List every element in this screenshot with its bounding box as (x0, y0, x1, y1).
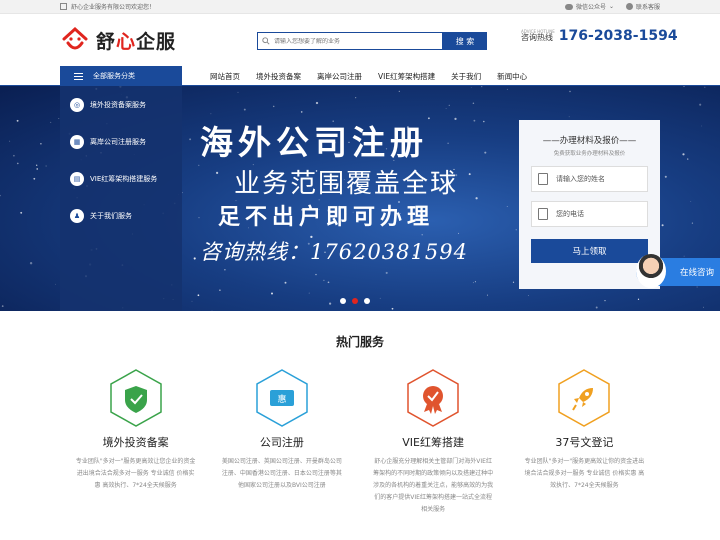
phone-icon (538, 208, 548, 220)
side-item-overseas-investment[interactable]: ◎ 境外投资备案服务 (60, 86, 182, 123)
logo-text: 舒心企服 (96, 30, 177, 53)
side-item-label: VIE红筹架构搭建服务 (90, 174, 158, 183)
services-title: 热门服务 (335, 335, 384, 349)
service-desc: 专业团队"多对一"服务更高效让您企业的资金进出境合法合规多对一服务 专业诚信 价… (75, 458, 196, 489)
service-name: 境外投资备案 (102, 436, 169, 449)
shield-icon (109, 368, 163, 428)
nav-links: 网站首页 境外投资备案 离岸公司注册 VIE红筹架构搭建 关于我们 新闻中心 (210, 66, 527, 86)
building-icon: ▦ (70, 134, 84, 149)
name-field[interactable]: 请输入您的姓名 (531, 166, 648, 192)
agent-avatar (636, 254, 666, 288)
service-desc: 专业团队"多对一"服务更高效让你的资金进出境合法合规多对一服务 专业诚信 价格实… (524, 458, 645, 489)
hotline: ADVICE HOTLINE 咨询热线 176-2038-1594 (521, 28, 678, 44)
welcome-text: 舒心企业服务有限公司欢迎您！ (71, 4, 156, 11)
services-row: 境外投资备案 专业团队"多对一"服务更高效让您企业的资金进出境合法合规多对一服务… (60, 368, 660, 516)
side-item-label: 境外投资备案服务 (90, 100, 146, 109)
rocket-icon (557, 368, 611, 428)
phone-placeholder: 您的电话 (556, 210, 584, 218)
search-box (257, 32, 443, 50)
home-icon (60, 3, 67, 10)
submit-button[interactable]: 马上领取 (531, 239, 648, 263)
support-label: 联系客服 (635, 4, 660, 11)
side-item-about[interactable]: ♟ 关于我们服务 (60, 197, 182, 234)
service-card-company-registration[interactable]: 惠 公司注册 美国公司注册、英国公司注册、开曼群岛公司注册、中国香港公司注册、日… (206, 368, 357, 516)
search-bar: 搜 索 (257, 32, 487, 50)
menu-icon (74, 72, 83, 80)
side-item-vie[interactable]: ▤ VIE红筹架构搭建服务 (60, 160, 182, 197)
banner-tagline: 足不出户即可办理 (218, 204, 435, 230)
logo-house-icon (60, 25, 90, 55)
main-nav: 全部服务分类 网站首页 境外投资备案 离岸公司注册 VIE红筹架构搭建 关于我们… (0, 66, 720, 86)
search-icon (262, 37, 270, 45)
nav-link-home[interactable]: 网站首页 (210, 71, 240, 82)
all-categories-label: 全部服务分类 (93, 72, 135, 80)
chevron-down-icon: ⌄ (608, 3, 614, 10)
service-card-overseas-investment[interactable]: 境外投资备案 专业团队"多对一"服务更高效让您企业的资金进出境合法合规多对一服务… (60, 368, 211, 516)
wechat-icon (564, 3, 573, 10)
wechat-link[interactable]: 微信公众号 ⌄ (564, 2, 614, 11)
wechat-label: 微信公众号 (575, 4, 606, 11)
all-categories-button[interactable]: 全部服务分类 (60, 66, 182, 86)
support-link[interactable]: 联系客服 (625, 2, 660, 11)
welcome-area: 舒心企业服务有限公司欢迎您！ (60, 2, 155, 11)
service-desc: 舒心企服充分理解相关主管部门对海外VIE红筹架构的不同时期的政策倾向以及搭建过种… (373, 458, 494, 513)
form-title: ——办理材料及报价—— (542, 136, 637, 146)
ticket-icon: 惠 (255, 368, 309, 428)
nav-link-offshore-company[interactable]: 离岸公司注册 (317, 71, 362, 82)
top-bar: 舒心企业服务有限公司欢迎您！ 微信公众号 ⌄ 联系客服 (0, 0, 720, 14)
service-name: 37号文登记 (555, 436, 614, 449)
online-chat-label: 在线咨询 (679, 268, 714, 278)
site-logo[interactable]: 舒心企服 (60, 25, 250, 55)
headset-icon (625, 3, 633, 10)
edit-icon (538, 173, 548, 185)
header: 舒心企服 搜 索 ADVICE HOTLINE 咨询热线 176-2038-15… (0, 14, 720, 66)
nav-link-about[interactable]: 关于我们 (451, 71, 481, 82)
banner-hotline: 咨询热线：17620381594 (200, 240, 468, 264)
hotline-label: 咨询热线 (521, 33, 553, 42)
side-item-offshore-company[interactable]: ▦ 离岸公司注册服务 (60, 123, 182, 160)
banner-subline: 业务范围覆盖全球 (234, 169, 459, 199)
hotline-number: 176-2038-1594 (558, 28, 678, 44)
side-item-label: 关于我们服务 (90, 211, 132, 220)
carousel-dot[interactable] (340, 298, 346, 304)
service-name: 公司注册 (259, 436, 304, 449)
person-icon: ♟ (70, 208, 84, 223)
service-desc: 美国公司注册、英国公司注册、开曼群岛公司注册、中国香港公司注册、日本公司注册等其… (221, 458, 342, 489)
medal-icon (406, 368, 460, 428)
nav-link-overseas-investment[interactable]: 境外投资备案 (256, 71, 301, 82)
service-card-vie[interactable]: VIE红筹搭建 舒心企服充分理解相关主管部门对海外VIE红筹架构的不同时期的政策… (358, 368, 509, 516)
service-name: VIE红筹搭建 (402, 436, 464, 449)
carousel-dot-active[interactable] (352, 298, 358, 304)
side-item-label: 离岸公司注册服务 (90, 137, 146, 146)
svg-text:惠: 惠 (277, 393, 286, 405)
carousel-dots (340, 298, 370, 304)
carousel-dot[interactable] (364, 298, 370, 304)
nav-link-news[interactable]: 新闻中心 (497, 71, 527, 82)
compass-icon: ◎ (70, 97, 84, 112)
search-button[interactable]: 搜 索 (443, 32, 487, 50)
architecture-icon: ▤ (70, 171, 84, 186)
nav-link-vie[interactable]: VIE红筹架构搭建 (378, 71, 435, 82)
hero-banner: ◎ 境外投资备案服务 ▦ 离岸公司注册服务 ▤ VIE红筹架构搭建服务 ♟ 关于… (0, 86, 720, 311)
side-menu: ◎ 境外投资备案服务 ▦ 离岸公司注册服务 ▤ VIE红筹架构搭建服务 ♟ 关于… (60, 86, 182, 311)
name-placeholder: 请输入您的姓名 (556, 175, 605, 183)
phone-field[interactable]: 您的电话 (531, 201, 648, 227)
search-input[interactable] (274, 37, 434, 45)
banner-headline: 海外公司注册 (200, 123, 428, 162)
online-chat-button[interactable]: 在线咨询 (636, 254, 720, 288)
form-subtitle: 免费获取业务办理材料及报价 (553, 151, 626, 157)
service-card-circular-37[interactable]: 37号文登记 专业团队"多对一"服务更高效让你的资金进出境合法合规多对一服务 专… (509, 368, 660, 516)
